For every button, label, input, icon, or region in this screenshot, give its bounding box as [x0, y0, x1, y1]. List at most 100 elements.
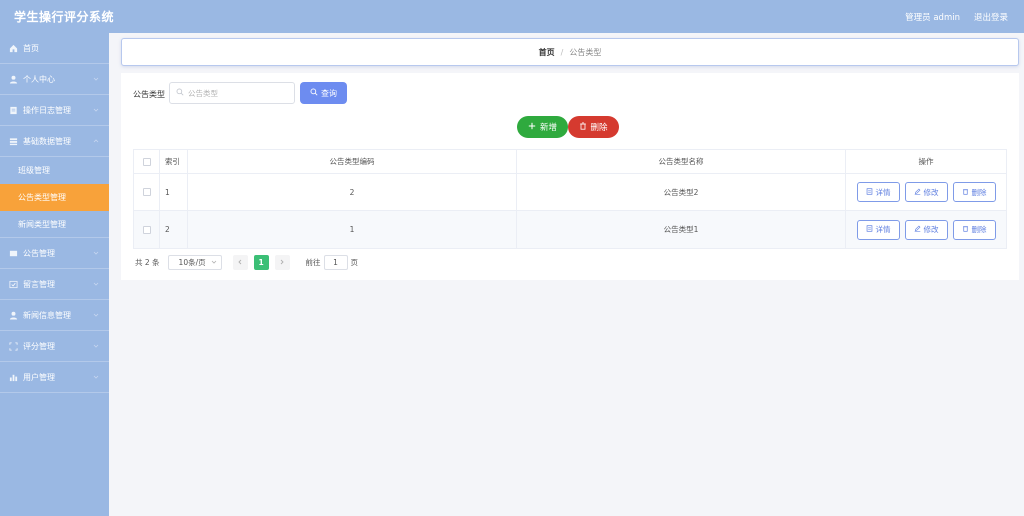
row-code: 1	[188, 211, 517, 248]
search-icon	[176, 88, 184, 98]
top-bar: 学生操行评分系统 管理员 admin 退出登录	[0, 0, 1024, 33]
sidebar-item-label: 新闻信息管理	[23, 310, 71, 320]
edit-button[interactable]: 修改	[904, 182, 948, 202]
select-all-checkbox[interactable]	[142, 157, 151, 166]
column-header-ops: 操作	[918, 157, 934, 166]
row-checkbox[interactable]	[142, 188, 151, 196]
page-suffix-label: 页	[350, 258, 359, 267]
document-icon	[866, 225, 873, 234]
search-placeholder: 公告类型	[188, 88, 218, 98]
sidebar-item-label: 首页	[23, 43, 39, 53]
delete-button[interactable]: 删除	[952, 219, 996, 240]
sidebar-item-news[interactable]: 新闻信息管理	[0, 300, 109, 331]
sidebar-subitem-news-type[interactable]: 新闻类型管理	[0, 211, 109, 238]
trash-icon	[962, 188, 969, 197]
document-icon	[866, 187, 873, 197]
main-panel: 公告类型 公告类型 查询 新增 删除 索引 公告类型编码 公告类型名称 操作 1…	[121, 73, 1019, 280]
query-button[interactable]: 查询	[300, 82, 347, 104]
page-size-select[interactable]: 10条/页	[167, 255, 222, 270]
admin-user-label[interactable]: 管理员 admin	[905, 11, 960, 23]
chevron-down-icon	[93, 343, 99, 349]
edit-icon	[914, 225, 921, 234]
detail-button-label: 详情	[875, 187, 891, 197]
pagination-total: 共 2 条	[135, 258, 160, 267]
detail-button[interactable]: 详情	[856, 219, 900, 240]
sidebar-item-users[interactable]: 用户管理	[0, 362, 109, 393]
sidebar-subitem-class[interactable]: 班级管理	[0, 157, 109, 184]
add-button[interactable]: 新增	[517, 116, 568, 138]
sidebar-item-score[interactable]: 评分管理	[0, 331, 109, 362]
delete-button[interactable]: 删除	[952, 182, 996, 202]
sidebar-item-message[interactable]: 留言管理	[0, 269, 109, 300]
sidebar-item-label: 留言管理	[23, 279, 55, 289]
sidebar-item-profile[interactable]: 个人中心	[0, 64, 109, 95]
edit-button[interactable]: 修改	[904, 219, 948, 240]
chevron-down-icon	[211, 258, 217, 267]
sidebar-item-home[interactable]: 首页	[0, 33, 109, 64]
edit-icon	[914, 188, 921, 197]
breadcrumb-separator: /	[560, 47, 564, 57]
sidebar-item-label: 公告管理	[23, 248, 55, 258]
plus-icon	[528, 122, 536, 133]
sidebar-item-label: 基础数据管理	[23, 136, 71, 146]
row-code: 2	[188, 174, 517, 210]
chevron-down-icon	[93, 76, 99, 82]
chevron-right-icon	[279, 258, 285, 267]
trash-icon	[962, 225, 969, 234]
detail-button-label: 详情	[875, 225, 891, 234]
chevron-down-icon	[93, 250, 99, 256]
table-row: 1 2 公告类型2 详情 修改 删除	[134, 174, 1006, 211]
page-number-current[interactable]: 1	[253, 255, 269, 270]
row-index: 1	[160, 174, 188, 210]
column-header-name: 公告类型名称	[517, 150, 846, 173]
pagination: 共 2 条 10条/页 1 前往 1 页	[135, 255, 358, 270]
header-checkbox-cell	[134, 150, 160, 173]
table-row: 2 1 公告类型1 详情 修改 删除	[134, 211, 1006, 248]
delete-button-label: 删除	[971, 187, 987, 197]
home-icon	[8, 43, 18, 53]
chart-icon	[8, 372, 18, 382]
sidebar-item-notice[interactable]: 公告管理	[0, 238, 109, 269]
table-header-row: 索引 公告类型编码 公告类型名称 操作	[134, 150, 1006, 174]
logout-link[interactable]: 退出登录	[974, 11, 1008, 23]
detail-button[interactable]: 详情	[856, 182, 900, 202]
breadcrumb-current: 公告类型	[569, 47, 602, 57]
column-header-index: 索引	[160, 150, 188, 173]
goto-page-input[interactable]: 1	[323, 255, 348, 270]
chevron-down-icon	[93, 374, 99, 380]
row-checkbox[interactable]	[142, 225, 151, 234]
delete-button-label: 删除	[971, 225, 987, 234]
search-label: 公告类型	[133, 90, 165, 99]
column-header-code: 公告类型编码	[188, 150, 517, 173]
chevron-down-icon	[93, 312, 99, 318]
next-page-button[interactable]	[274, 255, 290, 270]
top-right-menu: 管理员 admin 退出登录	[905, 11, 1008, 23]
sidebar-item-basedata[interactable]: 基础数据管理	[0, 126, 109, 157]
row-name: 公告类型2	[517, 174, 846, 210]
chevron-down-icon	[93, 281, 99, 287]
trash-icon	[579, 121, 587, 133]
add-button-label: 新增	[539, 123, 557, 133]
sidebar-item-oplog[interactable]: 操作日志管理	[0, 95, 109, 126]
prev-page-button[interactable]	[232, 255, 248, 270]
sidebar-item-label: 用户管理	[23, 372, 55, 382]
chevron-left-icon	[237, 258, 243, 267]
data-table: 索引 公告类型编码 公告类型名称 操作 1 2 公告类型2 详情 修改 删除 2…	[133, 149, 1007, 249]
row-actions: 详情 修改 删除	[846, 174, 1006, 210]
search-input[interactable]: 公告类型	[169, 82, 295, 104]
edit-button-label: 修改	[923, 187, 939, 197]
chevron-up-icon	[93, 138, 99, 144]
row-checkbox-cell	[134, 211, 160, 248]
batch-delete-button[interactable]: 删除	[568, 116, 619, 138]
notice-icon	[8, 248, 18, 258]
page-size-value: 10条/页	[178, 258, 206, 267]
app-title: 学生操行评分系统	[14, 10, 115, 24]
sidebar-subitem-notice-type[interactable]: 公告类型管理	[0, 184, 109, 211]
query-button-label: 查询	[321, 88, 337, 98]
message-icon	[8, 279, 18, 289]
sidebar-item-label: 操作日志管理	[23, 105, 71, 115]
sidebar-item-label: 评分管理	[23, 341, 55, 351]
breadcrumb-home[interactable]: 首页	[539, 47, 555, 58]
log-icon	[8, 105, 18, 115]
sidebar-item-label: 个人中心	[23, 74, 55, 84]
